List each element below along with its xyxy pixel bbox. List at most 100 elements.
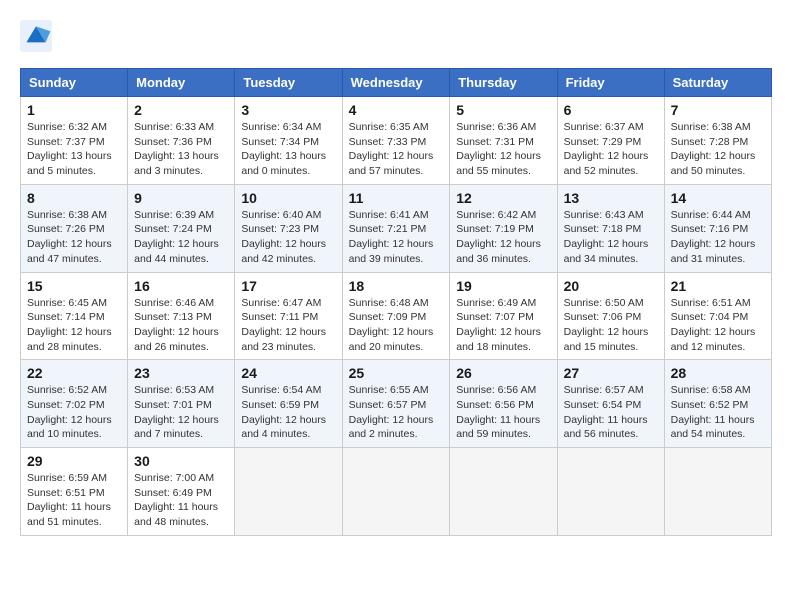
calendar-cell: 20Sunrise: 6:50 AMSunset: 7:06 PMDayligh… — [557, 272, 664, 360]
day-info: Sunrise: 6:44 AMSunset: 7:16 PMDaylight:… — [671, 208, 765, 267]
calendar-header-row: SundayMondayTuesdayWednesdayThursdayFrid… — [21, 69, 772, 97]
day-info: Sunrise: 6:56 AMSunset: 6:56 PMDaylight:… — [456, 383, 550, 442]
day-number: 7 — [671, 102, 765, 118]
day-info: Sunrise: 6:36 AMSunset: 7:31 PMDaylight:… — [456, 120, 550, 179]
day-info: Sunrise: 6:37 AMSunset: 7:29 PMDaylight:… — [564, 120, 658, 179]
calendar-cell: 2Sunrise: 6:33 AMSunset: 7:36 PMDaylight… — [128, 97, 235, 185]
day-info: Sunrise: 6:50 AMSunset: 7:06 PMDaylight:… — [564, 296, 658, 355]
calendar-cell: 8 Sunrise: 6:38 AMSunset: 7:26 PMDaylight… — [21, 184, 128, 272]
calendar-cell: 26 Sunrise: 6:56 AMSunset: 6:56 PMDayligh… — [450, 360, 557, 448]
calendar-cell: 11 Sunrise: 6:41 AMSunset: 7:21 PMDayligh… — [342, 184, 450, 272]
calendar-week-row: 1Sunrise: 6:32 AMSunset: 7:37 PMDaylight… — [21, 97, 772, 185]
calendar-week-row: 15 Sunrise: 6:45 AMSunset: 7:14 PMDayligh… — [21, 272, 772, 360]
day-info: Sunrise: 6:43 AMSunset: 7:18 PMDaylight:… — [564, 208, 658, 267]
calendar-week-row: 8 Sunrise: 6:38 AMSunset: 7:26 PMDaylight… — [21, 184, 772, 272]
calendar-table: SundayMondayTuesdayWednesdayThursdayFrid… — [20, 68, 772, 536]
calendar-cell: 28 Sunrise: 6:58 AMSunset: 6:52 PMDayligh… — [664, 360, 771, 448]
day-info: Sunrise: 6:51 AMSunset: 7:04 PMDaylight:… — [671, 296, 765, 355]
day-number: 13 — [564, 190, 658, 206]
calendar-cell: 18 Sunrise: 6:48 AMSunset: 7:09 PMDayligh… — [342, 272, 450, 360]
calendar-cell: 29Sunrise: 6:59 AMSunset: 6:51 PMDayligh… — [21, 448, 128, 536]
day-info: Sunrise: 6:53 AMSunset: 7:01 PMDaylight:… — [134, 383, 228, 442]
day-number: 17 — [241, 278, 335, 294]
calendar-cell: 30 Sunrise: 7:00 AMSunset: 6:49 PMDayligh… — [128, 448, 235, 536]
day-number: 12 — [456, 190, 550, 206]
calendar-cell: 1Sunrise: 6:32 AMSunset: 7:37 PMDaylight… — [21, 97, 128, 185]
day-number: 1 — [27, 102, 121, 118]
day-info: Sunrise: 6:49 AMSunset: 7:07 PMDaylight:… — [456, 296, 550, 355]
calendar-cell: 24 Sunrise: 6:54 AMSunset: 6:59 PMDayligh… — [235, 360, 342, 448]
day-number: 14 — [671, 190, 765, 206]
day-info: Sunrise: 6:46 AMSunset: 7:13 PMDaylight:… — [134, 296, 228, 355]
calendar-cell: 9Sunrise: 6:39 AMSunset: 7:24 PMDaylight… — [128, 184, 235, 272]
day-info: Sunrise: 6:42 AMSunset: 7:19 PMDaylight:… — [456, 208, 550, 267]
day-info: Sunrise: 6:48 AMSunset: 7:09 PMDaylight:… — [349, 296, 444, 355]
day-info: Sunrise: 6:38 AMSunset: 7:28 PMDaylight:… — [671, 120, 765, 179]
day-info: Sunrise: 6:33 AMSunset: 7:36 PMDaylight:… — [134, 120, 228, 179]
calendar-cell: 4 Sunrise: 6:35 AMSunset: 7:33 PMDaylight… — [342, 97, 450, 185]
day-info: Sunrise: 6:41 AMSunset: 7:21 PMDaylight:… — [349, 208, 444, 267]
header-tuesday: Tuesday — [235, 69, 342, 97]
header-sunday: Sunday — [21, 69, 128, 97]
calendar-cell: 12 Sunrise: 6:42 AMSunset: 7:19 PMDayligh… — [450, 184, 557, 272]
day-number: 3 — [241, 102, 335, 118]
calendar-cell: 16 Sunrise: 6:46 AMSunset: 7:13 PMDayligh… — [128, 272, 235, 360]
logo-icon — [20, 20, 52, 52]
day-number: 5 — [456, 102, 550, 118]
header-monday: Monday — [128, 69, 235, 97]
calendar-cell — [235, 448, 342, 536]
day-number: 21 — [671, 278, 765, 294]
day-number: 22 — [27, 365, 121, 381]
calendar-cell: 14 Sunrise: 6:44 AMSunset: 7:16 PMDayligh… — [664, 184, 771, 272]
day-number: 23 — [134, 365, 228, 381]
header-friday: Friday — [557, 69, 664, 97]
day-number: 30 — [134, 453, 228, 469]
calendar-cell: 13 Sunrise: 6:43 AMSunset: 7:18 PMDayligh… — [557, 184, 664, 272]
day-number: 11 — [349, 190, 444, 206]
header-saturday: Saturday — [664, 69, 771, 97]
day-number: 28 — [671, 365, 765, 381]
calendar-cell: 21 Sunrise: 6:51 AMSunset: 7:04 PMDayligh… — [664, 272, 771, 360]
day-info: Sunrise: 6:45 AMSunset: 7:14 PMDaylight:… — [27, 296, 121, 355]
day-number: 8 — [27, 190, 121, 206]
day-info: Sunrise: 6:35 AMSunset: 7:33 PMDaylight:… — [349, 120, 444, 179]
day-number: 15 — [27, 278, 121, 294]
page-header — [20, 20, 772, 52]
calendar-cell: 3 Sunrise: 6:34 AMSunset: 7:34 PMDaylight… — [235, 97, 342, 185]
day-number: 26 — [456, 365, 550, 381]
calendar-cell: 22Sunrise: 6:52 AMSunset: 7:02 PMDayligh… — [21, 360, 128, 448]
day-info: Sunrise: 6:58 AMSunset: 6:52 PMDaylight:… — [671, 383, 765, 442]
calendar-cell — [664, 448, 771, 536]
calendar-cell: 15 Sunrise: 6:45 AMSunset: 7:14 PMDayligh… — [21, 272, 128, 360]
calendar-cell: 5 Sunrise: 6:36 AMSunset: 7:31 PMDaylight… — [450, 97, 557, 185]
calendar-week-row: 29Sunrise: 6:59 AMSunset: 6:51 PMDayligh… — [21, 448, 772, 536]
header-wednesday: Wednesday — [342, 69, 450, 97]
calendar-cell: 7 Sunrise: 6:38 AMSunset: 7:28 PMDaylight… — [664, 97, 771, 185]
calendar-cell — [450, 448, 557, 536]
day-number: 4 — [349, 102, 444, 118]
calendar-cell: 23 Sunrise: 6:53 AMSunset: 7:01 PMDayligh… — [128, 360, 235, 448]
calendar-cell — [557, 448, 664, 536]
day-number: 16 — [134, 278, 228, 294]
calendar-cell: 25Sunrise: 6:55 AMSunset: 6:57 PMDayligh… — [342, 360, 450, 448]
day-info: Sunrise: 7:00 AMSunset: 6:49 PMDaylight:… — [134, 471, 228, 530]
logo — [20, 20, 58, 52]
day-info: Sunrise: 6:40 AMSunset: 7:23 PMDaylight:… — [241, 208, 335, 267]
calendar-cell: 27Sunrise: 6:57 AMSunset: 6:54 PMDayligh… — [557, 360, 664, 448]
calendar-cell: 19 Sunrise: 6:49 AMSunset: 7:07 PMDayligh… — [450, 272, 557, 360]
day-number: 19 — [456, 278, 550, 294]
calendar-cell: 17Sunrise: 6:47 AMSunset: 7:11 PMDayligh… — [235, 272, 342, 360]
calendar-cell — [342, 448, 450, 536]
day-info: Sunrise: 6:34 AMSunset: 7:34 PMDaylight:… — [241, 120, 335, 179]
day-info: Sunrise: 6:38 AMSunset: 7:26 PMDaylight:… — [27, 208, 121, 267]
calendar-cell: 6 Sunrise: 6:37 AMSunset: 7:29 PMDaylight… — [557, 97, 664, 185]
day-number: 25 — [349, 365, 444, 381]
calendar-cell: 10Sunrise: 6:40 AMSunset: 7:23 PMDayligh… — [235, 184, 342, 272]
header-thursday: Thursday — [450, 69, 557, 97]
day-number: 27 — [564, 365, 658, 381]
day-info: Sunrise: 6:54 AMSunset: 6:59 PMDaylight:… — [241, 383, 335, 442]
day-number: 18 — [349, 278, 444, 294]
day-number: 24 — [241, 365, 335, 381]
day-info: Sunrise: 6:39 AMSunset: 7:24 PMDaylight:… — [134, 208, 228, 267]
day-number: 6 — [564, 102, 658, 118]
